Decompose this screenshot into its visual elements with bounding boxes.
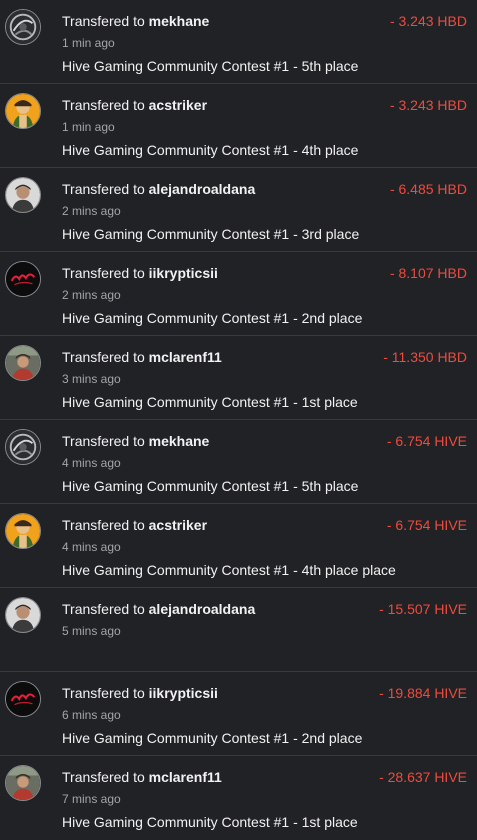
transfer-memo: Hive Gaming Community Contest #1 - 4th p… <box>62 142 359 158</box>
transfer-memo: Hive Gaming Community Contest #1 - 4th p… <box>62 562 396 578</box>
user-avatar[interactable] <box>5 429 41 465</box>
transfer-title: Transfered to mclarenf11 <box>62 349 222 366</box>
transfer-prefix: Transfered to <box>62 349 145 365</box>
transfer-row: Transfered to alejandroaldana 2 mins ago… <box>0 168 477 252</box>
user-avatar[interactable] <box>5 597 41 633</box>
recipient-username[interactable]: mekhane <box>149 13 210 29</box>
transfer-title: Transfered to acstriker <box>62 517 207 534</box>
transfer-time: 1 min ago <box>62 36 115 50</box>
transfer-time: 6 mins ago <box>62 708 121 722</box>
transfer-time: 4 mins ago <box>62 456 121 470</box>
transfer-amount: - 8.107 HBD <box>389 265 467 281</box>
avatar-image <box>6 178 40 212</box>
transfer-time: 4 mins ago <box>62 540 121 554</box>
transfer-time: 7 mins ago <box>62 792 121 806</box>
transfer-title: Transfered to alejandroaldana <box>62 601 255 618</box>
transfer-time: 2 mins ago <box>62 288 121 302</box>
transfer-row: Transfered to mclarenf11 7 mins ago Hive… <box>0 756 477 840</box>
transfer-memo: Hive Gaming Community Contest #1 - 1st p… <box>62 394 358 410</box>
user-avatar[interactable] <box>5 93 41 129</box>
recipient-username[interactable]: acstriker <box>149 97 207 113</box>
recipient-username[interactable]: iikrypticsii <box>149 265 218 281</box>
transfer-row: Transfered to acstriker 1 min ago Hive G… <box>0 84 477 168</box>
transfer-prefix: Transfered to <box>62 685 145 701</box>
transfer-time: 1 min ago <box>62 120 115 134</box>
recipient-username[interactable]: alejandroaldana <box>149 181 256 197</box>
avatar-image <box>6 94 40 128</box>
transfer-title: Transfered to iikrypticsii <box>62 685 218 702</box>
transfer-title: Transfered to acstriker <box>62 97 207 114</box>
recipient-username[interactable]: acstriker <box>149 517 207 533</box>
transfer-row: Transfered to mclarenf11 3 mins ago Hive… <box>0 336 477 420</box>
transfer-row: Transfered to alejandroaldana 5 mins ago… <box>0 588 477 672</box>
transfer-title: Transfered to alejandroaldana <box>62 181 255 198</box>
transfer-amount: - 28.637 HIVE <box>379 769 467 785</box>
avatar-image <box>6 346 40 380</box>
transfer-prefix: Transfered to <box>62 265 145 281</box>
avatar-image <box>6 514 40 548</box>
user-avatar[interactable] <box>5 345 41 381</box>
transfer-prefix: Transfered to <box>62 433 145 449</box>
transfer-prefix: Transfered to <box>62 601 145 617</box>
transfer-amount: - 6.754 HIVE <box>386 433 467 449</box>
recipient-username[interactable]: alejandroaldana <box>149 601 256 617</box>
transfer-time: 2 mins ago <box>62 204 121 218</box>
transfer-amount: - 19.884 HIVE <box>379 685 467 701</box>
transfer-memo: Hive Gaming Community Contest #1 - 5th p… <box>62 478 359 494</box>
user-avatar[interactable] <box>5 261 41 297</box>
recipient-username[interactable]: mclarenf11 <box>149 769 222 785</box>
user-avatar[interactable] <box>5 177 41 213</box>
user-avatar[interactable] <box>5 9 41 45</box>
transfer-row: Transfered to iikrypticsii 6 mins ago Hi… <box>0 672 477 756</box>
transfer-amount: - 3.243 HBD <box>389 13 467 29</box>
transfer-row: Transfered to mekhane 1 min ago Hive Gam… <box>0 0 477 84</box>
transfer-time: 3 mins ago <box>62 372 121 386</box>
transfer-row: Transfered to iikrypticsii 2 mins ago Hi… <box>0 252 477 336</box>
transfer-memo: Hive Gaming Community Contest #1 - 1st p… <box>62 814 358 830</box>
transfer-prefix: Transfered to <box>62 181 145 197</box>
transfer-history-list: Transfered to mekhane 1 min ago Hive Gam… <box>0 0 477 840</box>
transfer-amount: - 15.507 HIVE <box>379 601 467 617</box>
transfer-title: Transfered to mclarenf11 <box>62 769 222 786</box>
transfer-prefix: Transfered to <box>62 769 145 785</box>
transfer-row: Transfered to acstriker 4 mins ago Hive … <box>0 504 477 588</box>
transfer-title: Transfered to iikrypticsii <box>62 265 218 282</box>
transfer-amount: - 3.243 HBD <box>389 97 467 113</box>
transfer-title: Transfered to mekhane <box>62 433 209 450</box>
avatar-image <box>6 682 40 716</box>
avatar-image <box>6 430 40 464</box>
transfer-prefix: Transfered to <box>62 97 145 113</box>
transfer-prefix: Transfered to <box>62 13 145 29</box>
transfer-prefix: Transfered to <box>62 517 145 533</box>
avatar-image <box>6 10 40 44</box>
transfer-amount: - 11.350 HBD <box>383 349 467 365</box>
avatar-image <box>6 262 40 296</box>
transfer-row: Transfered to mekhane 4 mins ago Hive Ga… <box>0 420 477 504</box>
user-avatar[interactable] <box>5 513 41 549</box>
user-avatar[interactable] <box>5 681 41 717</box>
recipient-username[interactable]: mekhane <box>149 433 210 449</box>
user-avatar[interactable] <box>5 765 41 801</box>
avatar-image <box>6 598 40 632</box>
recipient-username[interactable]: mclarenf11 <box>149 349 222 365</box>
transfer-amount: - 6.754 HIVE <box>386 517 467 533</box>
transfer-memo: Hive Gaming Community Contest #1 - 3rd p… <box>62 226 360 242</box>
avatar-image <box>6 766 40 800</box>
transfer-amount: - 6.485 HBD <box>389 181 467 197</box>
recipient-username[interactable]: iikrypticsii <box>149 685 218 701</box>
transfer-memo: Hive Gaming Community Contest #1 - 2nd p… <box>62 730 363 746</box>
transfer-memo: Hive Gaming Community Contest #1 - 2nd p… <box>62 310 363 326</box>
transfer-memo: Hive Gaming Community Contest #1 - 5th p… <box>62 58 359 74</box>
transfer-time: 5 mins ago <box>62 624 121 638</box>
transfer-title: Transfered to mekhane <box>62 13 209 30</box>
